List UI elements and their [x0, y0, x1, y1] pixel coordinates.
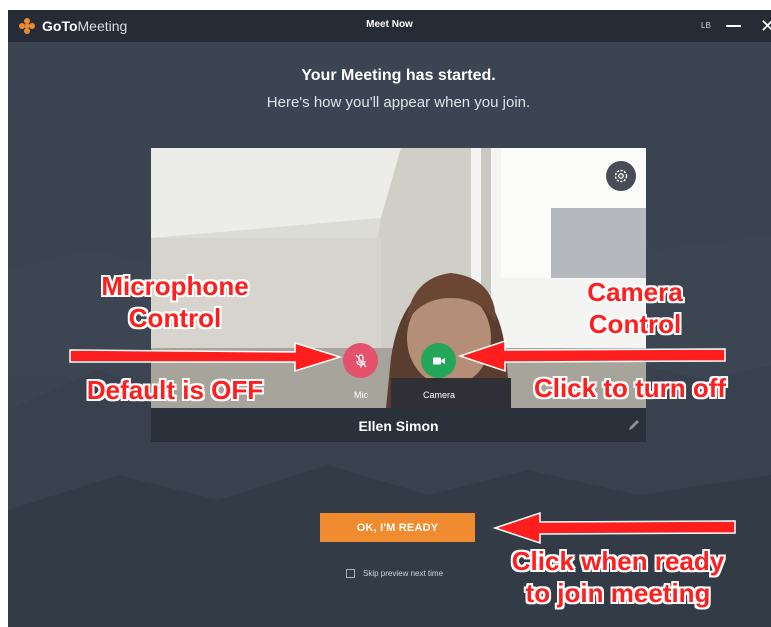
- annotation-ready-line1: Click when ready: [511, 546, 725, 576]
- annotation-mic-title: Microphone Control: [70, 270, 280, 334]
- page-title: Your Meeting has started.: [301, 67, 496, 84]
- annotation-ready: Click when ready to join meeting: [488, 545, 748, 609]
- camera-label: Camera: [422, 390, 455, 400]
- annotation-mic-default: Default is OFF: [86, 375, 264, 405]
- skip-preview-label: Skip preview next time: [363, 568, 444, 578]
- camera-toggle-button[interactable]: [421, 343, 456, 378]
- page-subtitle: Here's how you'll appear when you join.: [266, 94, 531, 111]
- title-bar: GoTo Meeting Meet Now LB ✕: [8, 10, 771, 42]
- annotation-ready-line2: to join meeting: [525, 578, 711, 608]
- user-initials[interactable]: LB: [701, 21, 711, 30]
- mic-toggle-button[interactable]: [343, 343, 378, 378]
- minimize-icon[interactable]: [726, 25, 741, 27]
- ready-button[interactable]: OK, I'M READY: [320, 513, 475, 542]
- annotation-mic-title-line1: Microphone: [101, 271, 249, 301]
- microphone-muted-icon: [355, 353, 366, 367]
- video-camera-icon: [432, 357, 445, 364]
- pencil-icon[interactable]: [627, 418, 641, 432]
- skip-preview-checkbox[interactable]: [346, 568, 355, 578]
- annotation-mic-title-line2: Control: [128, 303, 222, 333]
- annotation-camera-title: Camera Control: [560, 276, 710, 340]
- window-title: Meet Now: [366, 19, 413, 30]
- close-icon[interactable]: ✕: [760, 16, 771, 38]
- participant-name: Ellen Simon: [358, 418, 439, 434]
- settings-button[interactable]: [606, 161, 636, 191]
- participant-name-bar: Ellen Simon: [151, 408, 646, 442]
- mic-label: Mic: [354, 390, 368, 400]
- annotation-camera-title-line1: Camera: [587, 277, 683, 307]
- gear-icon: [614, 169, 628, 183]
- annotation-camera-title-line2: Control: [588, 309, 682, 339]
- skip-preview-option[interactable]: Skip preview next time: [346, 567, 443, 579]
- annotation-camera-click: Click to turn off: [533, 373, 727, 403]
